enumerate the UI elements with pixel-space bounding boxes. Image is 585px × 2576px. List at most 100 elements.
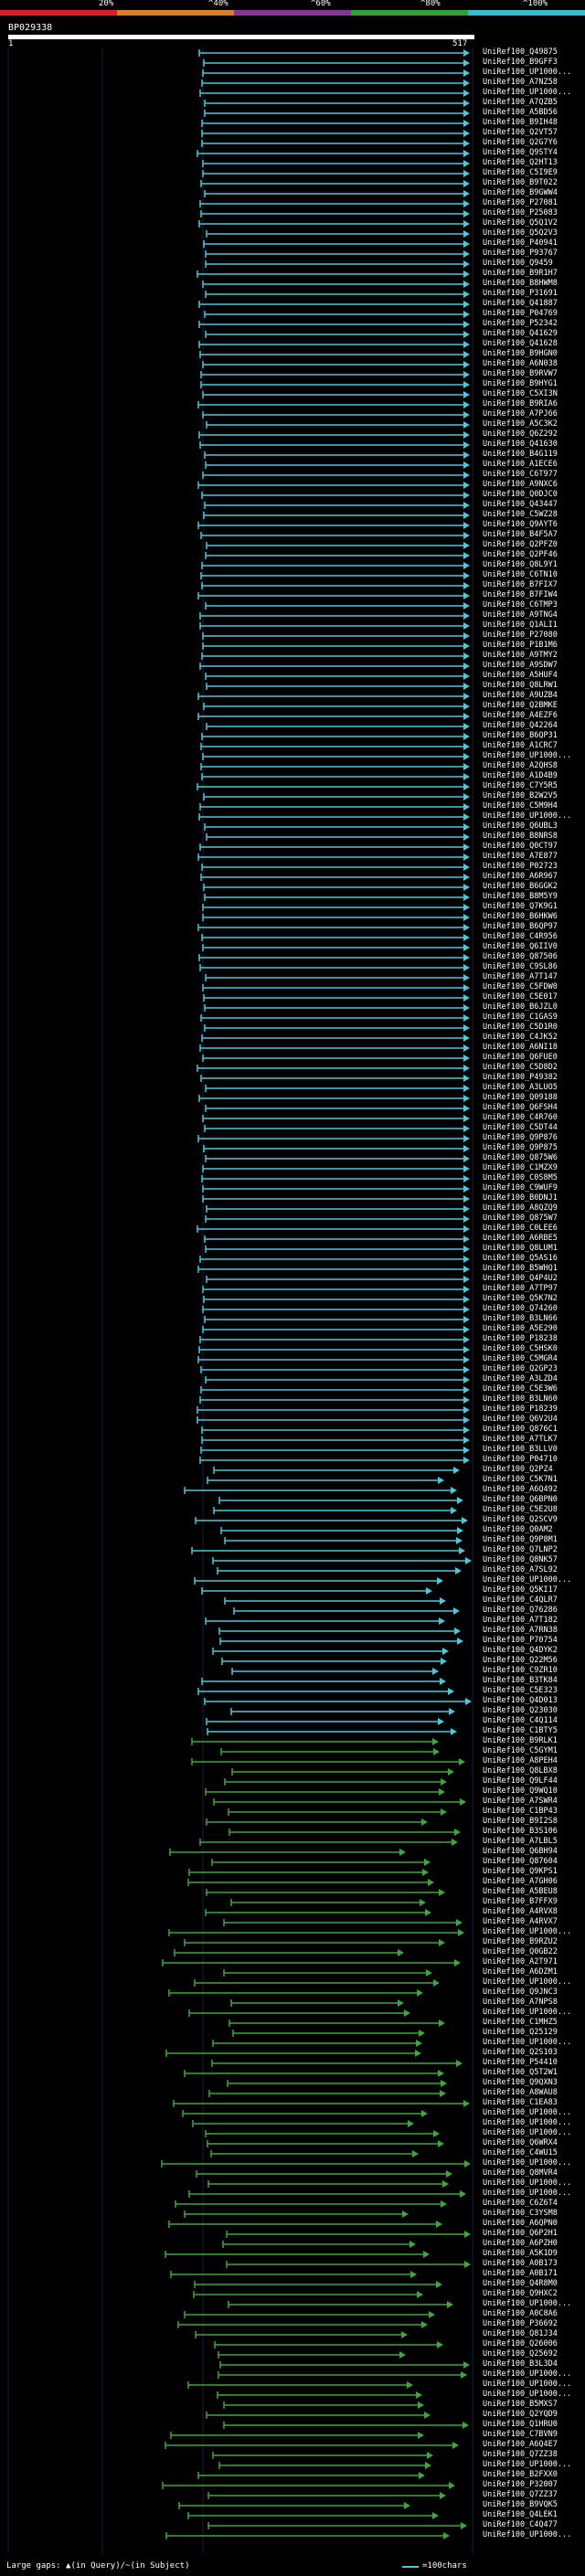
- alignment-hit[interactable]: [161, 2160, 471, 2168]
- alignment-hit[interactable]: [197, 1406, 470, 1414]
- hit-label[interactable]: UniRef100_Q76286: [483, 1606, 558, 1616]
- hit-label[interactable]: UniRef100_C4WU15: [483, 2148, 558, 2158]
- alignment-hit[interactable]: [205, 1246, 470, 1253]
- hit-label[interactable]: UniRef100_Q2HT13: [483, 158, 558, 168]
- alignment-hit[interactable]: [200, 572, 470, 579]
- alignment-hit[interactable]: [197, 924, 470, 931]
- hit-label[interactable]: UniRef100_A9SDW7: [483, 661, 558, 671]
- hit-label[interactable]: UniRef100_A4RVX7: [483, 1917, 558, 1927]
- hit-label[interactable]: UniRef100_C4Q477: [483, 2520, 558, 2530]
- alignment-hit[interactable]: [168, 1989, 423, 1997]
- hit-label[interactable]: UniRef100_UP1000...: [483, 2369, 571, 2380]
- hit-label[interactable]: UniRef100_Q5AS16: [483, 1254, 558, 1264]
- alignment-hit[interactable]: [197, 783, 470, 790]
- alignment-hit[interactable]: [203, 1145, 470, 1152]
- hit-label[interactable]: UniRef100_C1MHZ5: [483, 2018, 558, 2028]
- alignment-hit[interactable]: [207, 1477, 444, 1484]
- alignment-hit[interactable]: [198, 813, 470, 821]
- hit-label[interactable]: UniRef100_C5WZ28: [483, 510, 558, 520]
- hit-label[interactable]: UniRef100_Q9P875: [483, 1143, 558, 1153]
- hit-label[interactable]: UniRef100_UP1000...: [483, 2460, 571, 2470]
- hit-label[interactable]: UniRef100_B4G119: [483, 450, 558, 460]
- alignment-hit[interactable]: [165, 2251, 430, 2258]
- alignment-hit[interactable]: [197, 853, 470, 861]
- hit-label[interactable]: UniRef100_A3LUO5: [483, 1083, 558, 1093]
- hit-label[interactable]: UniRef100_B9T022: [483, 178, 558, 188]
- alignment-hit[interactable]: [200, 743, 470, 750]
- alignment-hit[interactable]: [170, 2271, 417, 2278]
- hit-label[interactable]: UniRef100_Q09188: [483, 1093, 558, 1103]
- hit-label[interactable]: UniRef100_A6RBE5: [483, 1234, 558, 1244]
- hit-label[interactable]: UniRef100_UP1000...: [483, 1575, 571, 1585]
- hit-label[interactable]: UniRef100_Q875W7: [483, 1214, 558, 1224]
- hit-label[interactable]: UniRef100_P27080: [483, 631, 558, 641]
- hit-label[interactable]: UniRef100_A7LBL5: [483, 1837, 558, 1847]
- alignment-hit[interactable]: [206, 230, 470, 238]
- hit-label[interactable]: UniRef100_Q22M56: [483, 1656, 558, 1666]
- alignment-hit[interactable]: [201, 582, 470, 589]
- hit-label[interactable]: UniRef100_Q2VT57: [483, 128, 558, 138]
- hit-label[interactable]: UniRef100_Q4DYK2: [483, 1646, 558, 1656]
- alignment-hit[interactable]: [202, 472, 470, 479]
- alignment-hit[interactable]: [202, 632, 470, 640]
- hit-label[interactable]: UniRef100_C9ZR10: [483, 1666, 558, 1676]
- alignment-hit[interactable]: [199, 1457, 470, 1464]
- hit-label[interactable]: UniRef100_C5GYM1: [483, 1746, 558, 1756]
- alignment-hit[interactable]: [218, 1627, 461, 1635]
- alignment-hit[interactable]: [200, 381, 470, 388]
- alignment-hit[interactable]: [198, 1346, 470, 1353]
- hit-label[interactable]: UniRef100_A6Q4E7: [483, 2440, 558, 2450]
- hit-label[interactable]: UniRef100_A7T147: [483, 972, 558, 982]
- hit-label[interactable]: UniRef100_Q6WRX4: [483, 2138, 558, 2148]
- hit-label[interactable]: UniRef100_Q1ALI1: [483, 620, 558, 631]
- alignment-hit[interactable]: [231, 1768, 454, 1776]
- alignment-hit[interactable]: [198, 301, 470, 308]
- alignment-hit[interactable]: [200, 1386, 470, 1394]
- alignment-hit[interactable]: [204, 100, 470, 107]
- hit-label[interactable]: UniRef100_B9RIA6: [483, 399, 558, 409]
- hit-label[interactable]: UniRef100_Q81J34: [483, 2329, 558, 2339]
- alignment-hit[interactable]: [188, 1869, 429, 1876]
- hit-label[interactable]: UniRef100_A5K1D9: [483, 2249, 558, 2259]
- hit-label[interactable]: UniRef100_A7SWR4: [483, 1797, 558, 1807]
- alignment-hit[interactable]: [202, 170, 470, 177]
- hit-label[interactable]: UniRef100_C4R760: [483, 1113, 558, 1123]
- alignment-hit[interactable]: [213, 1798, 466, 1806]
- alignment-hit[interactable]: [210, 2150, 419, 2157]
- alignment-hit[interactable]: [203, 512, 470, 519]
- hit-label[interactable]: UniRef100_A7PJ66: [483, 409, 558, 419]
- hit-label[interactable]: UniRef100_A0C8A6: [483, 2309, 558, 2319]
- hit-label[interactable]: UniRef100_A4EZF6: [483, 711, 558, 721]
- alignment-hit[interactable]: [202, 1165, 470, 1172]
- hit-label[interactable]: UniRef100_UP1000...: [483, 2380, 571, 2390]
- alignment-hit[interactable]: [220, 1527, 463, 1534]
- hit-label[interactable]: UniRef100_Q9WQ10: [483, 1786, 558, 1797]
- alignment-hit[interactable]: [201, 773, 470, 780]
- hit-label[interactable]: UniRef100_Q5KI17: [483, 1585, 558, 1595]
- hit-label[interactable]: UniRef100_UP1000...: [483, 2128, 571, 2138]
- hit-label[interactable]: UniRef100_B8HWM8: [483, 279, 558, 289]
- alignment-hit[interactable]: [193, 2291, 423, 2298]
- hit-label[interactable]: UniRef100_P93767: [483, 249, 558, 259]
- alignment-hit[interactable]: [202, 984, 470, 991]
- hit-label[interactable]: UniRef100_Q41630: [483, 440, 558, 450]
- alignment-hit[interactable]: [226, 2231, 471, 2238]
- alignment-hit[interactable]: [205, 1085, 470, 1092]
- alignment-hit[interactable]: [197, 1266, 470, 1273]
- hit-label[interactable]: UniRef100_Q4D013: [483, 1696, 558, 1706]
- hit-label[interactable]: UniRef100_B7FFX9: [483, 1897, 558, 1907]
- alignment-hit[interactable]: [197, 401, 470, 408]
- hit-label[interactable]: UniRef100_C5MGR4: [483, 1354, 558, 1364]
- alignment-hit[interactable]: [197, 1688, 454, 1695]
- alignment-hit[interactable]: [204, 1316, 470, 1323]
- hit-label[interactable]: UniRef100_Q25692: [483, 2349, 558, 2359]
- alignment-hit[interactable]: [200, 532, 470, 539]
- hit-label[interactable]: UniRef100_Q875W6: [483, 1153, 558, 1163]
- alignment-hit[interactable]: [197, 150, 470, 157]
- alignment-hit[interactable]: [191, 1758, 465, 1765]
- alignment-hit[interactable]: [218, 1497, 463, 1504]
- alignment-hit[interactable]: [224, 1597, 446, 1605]
- alignment-hit[interactable]: [226, 2261, 471, 2268]
- hit-label[interactable]: UniRef100_C5D8D2: [483, 1063, 558, 1073]
- hit-label[interactable]: UniRef100_A9NXC6: [483, 480, 558, 490]
